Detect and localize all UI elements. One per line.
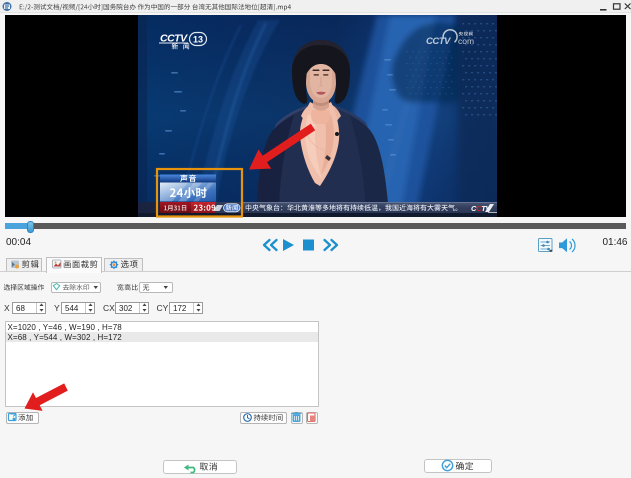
- svg-text:com: com: [458, 36, 474, 46]
- svg-text:CCTV: CCTV: [426, 36, 451, 47]
- svg-text:13: 13: [193, 35, 203, 45]
